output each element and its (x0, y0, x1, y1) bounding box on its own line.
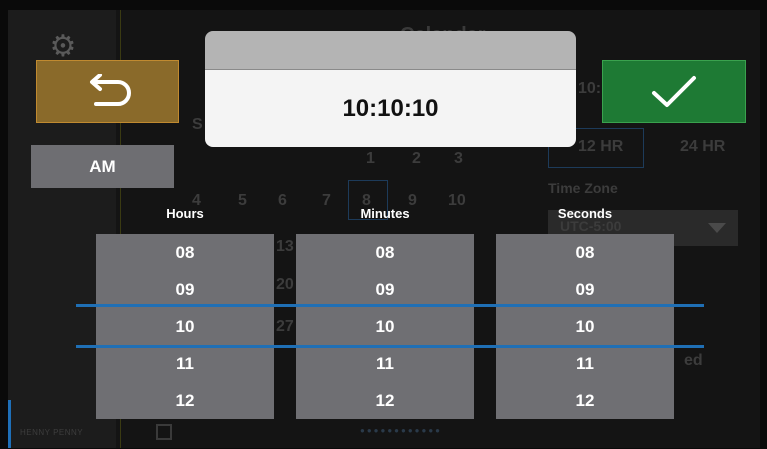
dialog-header (205, 31, 576, 70)
picker-item[interactable]: 12 (296, 382, 474, 419)
background-time-partial: 10: (578, 80, 602, 97)
picker-item[interactable]: 12 (496, 382, 674, 419)
selection-line-bottom (76, 345, 704, 348)
time-display: 10:10:10 (205, 70, 576, 147)
chevron-down-icon (708, 223, 726, 233)
picker-item[interactable]: 08 (96, 234, 274, 271)
seconds-picker[interactable]: 08 09 10 11 12 (496, 234, 674, 419)
picker-item[interactable]: 11 (296, 345, 474, 382)
background-cal-3: 3 (454, 150, 463, 167)
background-partial-text: ed (684, 352, 703, 369)
picker-item-selected[interactable]: 10 (496, 308, 674, 345)
brand-logo: HENNY PENNY (20, 428, 84, 437)
hours-label: Hours (166, 206, 204, 221)
background-cal-header: S (192, 116, 203, 133)
hours-picker[interactable]: 08 09 10 11 12 (96, 234, 274, 419)
picker-item[interactable]: 11 (96, 345, 274, 382)
picker-item-selected[interactable]: 10 (96, 308, 274, 345)
picker-item[interactable]: 09 (296, 271, 474, 308)
checkmark-icon (652, 75, 696, 107)
back-button[interactable] (36, 60, 179, 123)
minutes-picker[interactable]: 08 09 10 11 12 (296, 234, 474, 419)
seconds-label: Seconds (557, 206, 613, 221)
background-cal-20: 20 (276, 276, 294, 293)
background-cal-27: 27 (276, 318, 294, 335)
background-cal-2: 2 (412, 150, 421, 167)
selection-line-top (76, 304, 704, 307)
page-indicator-dots: ●●●●●●●●●●●● (360, 426, 442, 435)
background-cal-1: 1 (366, 150, 375, 167)
lock-icon (156, 424, 172, 440)
picker-item-selected[interactable]: 10 (296, 308, 474, 345)
background-12hr: 12 HR (578, 138, 624, 155)
undo-arrow-icon (89, 73, 131, 106)
picker-item[interactable]: 12 (96, 382, 274, 419)
background-timezone-label: Time Zone (548, 180, 618, 196)
minutes-label: Minutes (360, 206, 410, 221)
background-24hr: 24 HR (680, 138, 726, 155)
confirm-button[interactable] (602, 60, 746, 123)
picker-item[interactable]: 11 (496, 345, 674, 382)
background-cal-6: 6 (278, 192, 287, 209)
picker-item[interactable]: 09 (496, 271, 674, 308)
sidebar-active-indicator (8, 400, 11, 448)
background-cal-13: 13 (276, 238, 294, 255)
picker-item[interactable]: 09 (96, 271, 274, 308)
gear-icon: ⚙ (49, 30, 77, 63)
picker-item[interactable]: 08 (496, 234, 674, 271)
am-pm-toggle[interactable]: AM (31, 145, 174, 188)
picker-item[interactable]: 08 (296, 234, 474, 271)
